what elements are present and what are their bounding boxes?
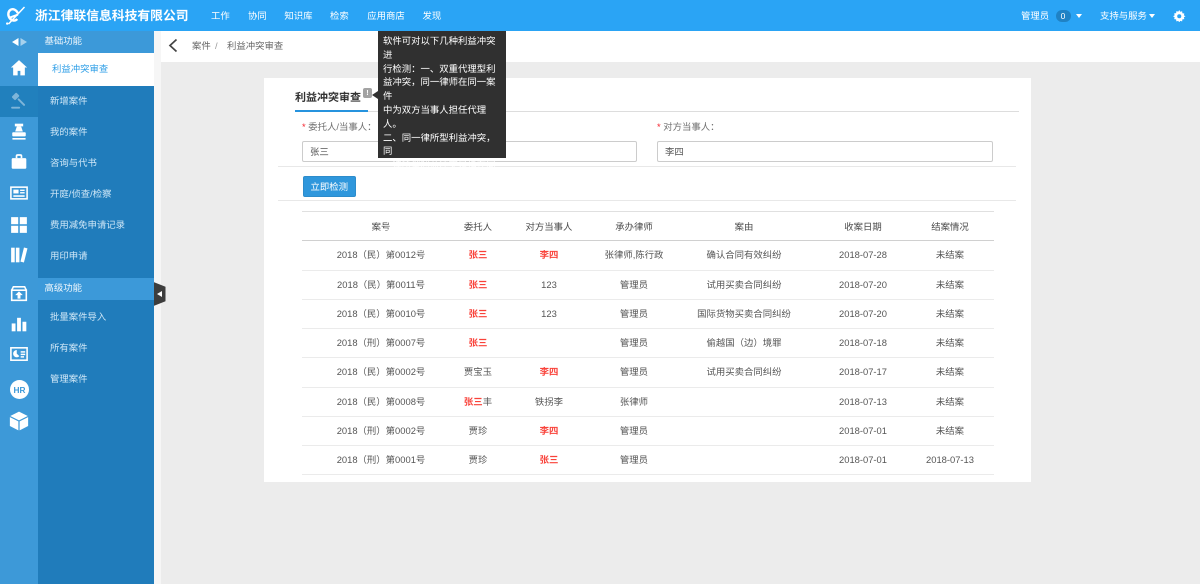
svg-text:HR: HR [13, 385, 25, 395]
